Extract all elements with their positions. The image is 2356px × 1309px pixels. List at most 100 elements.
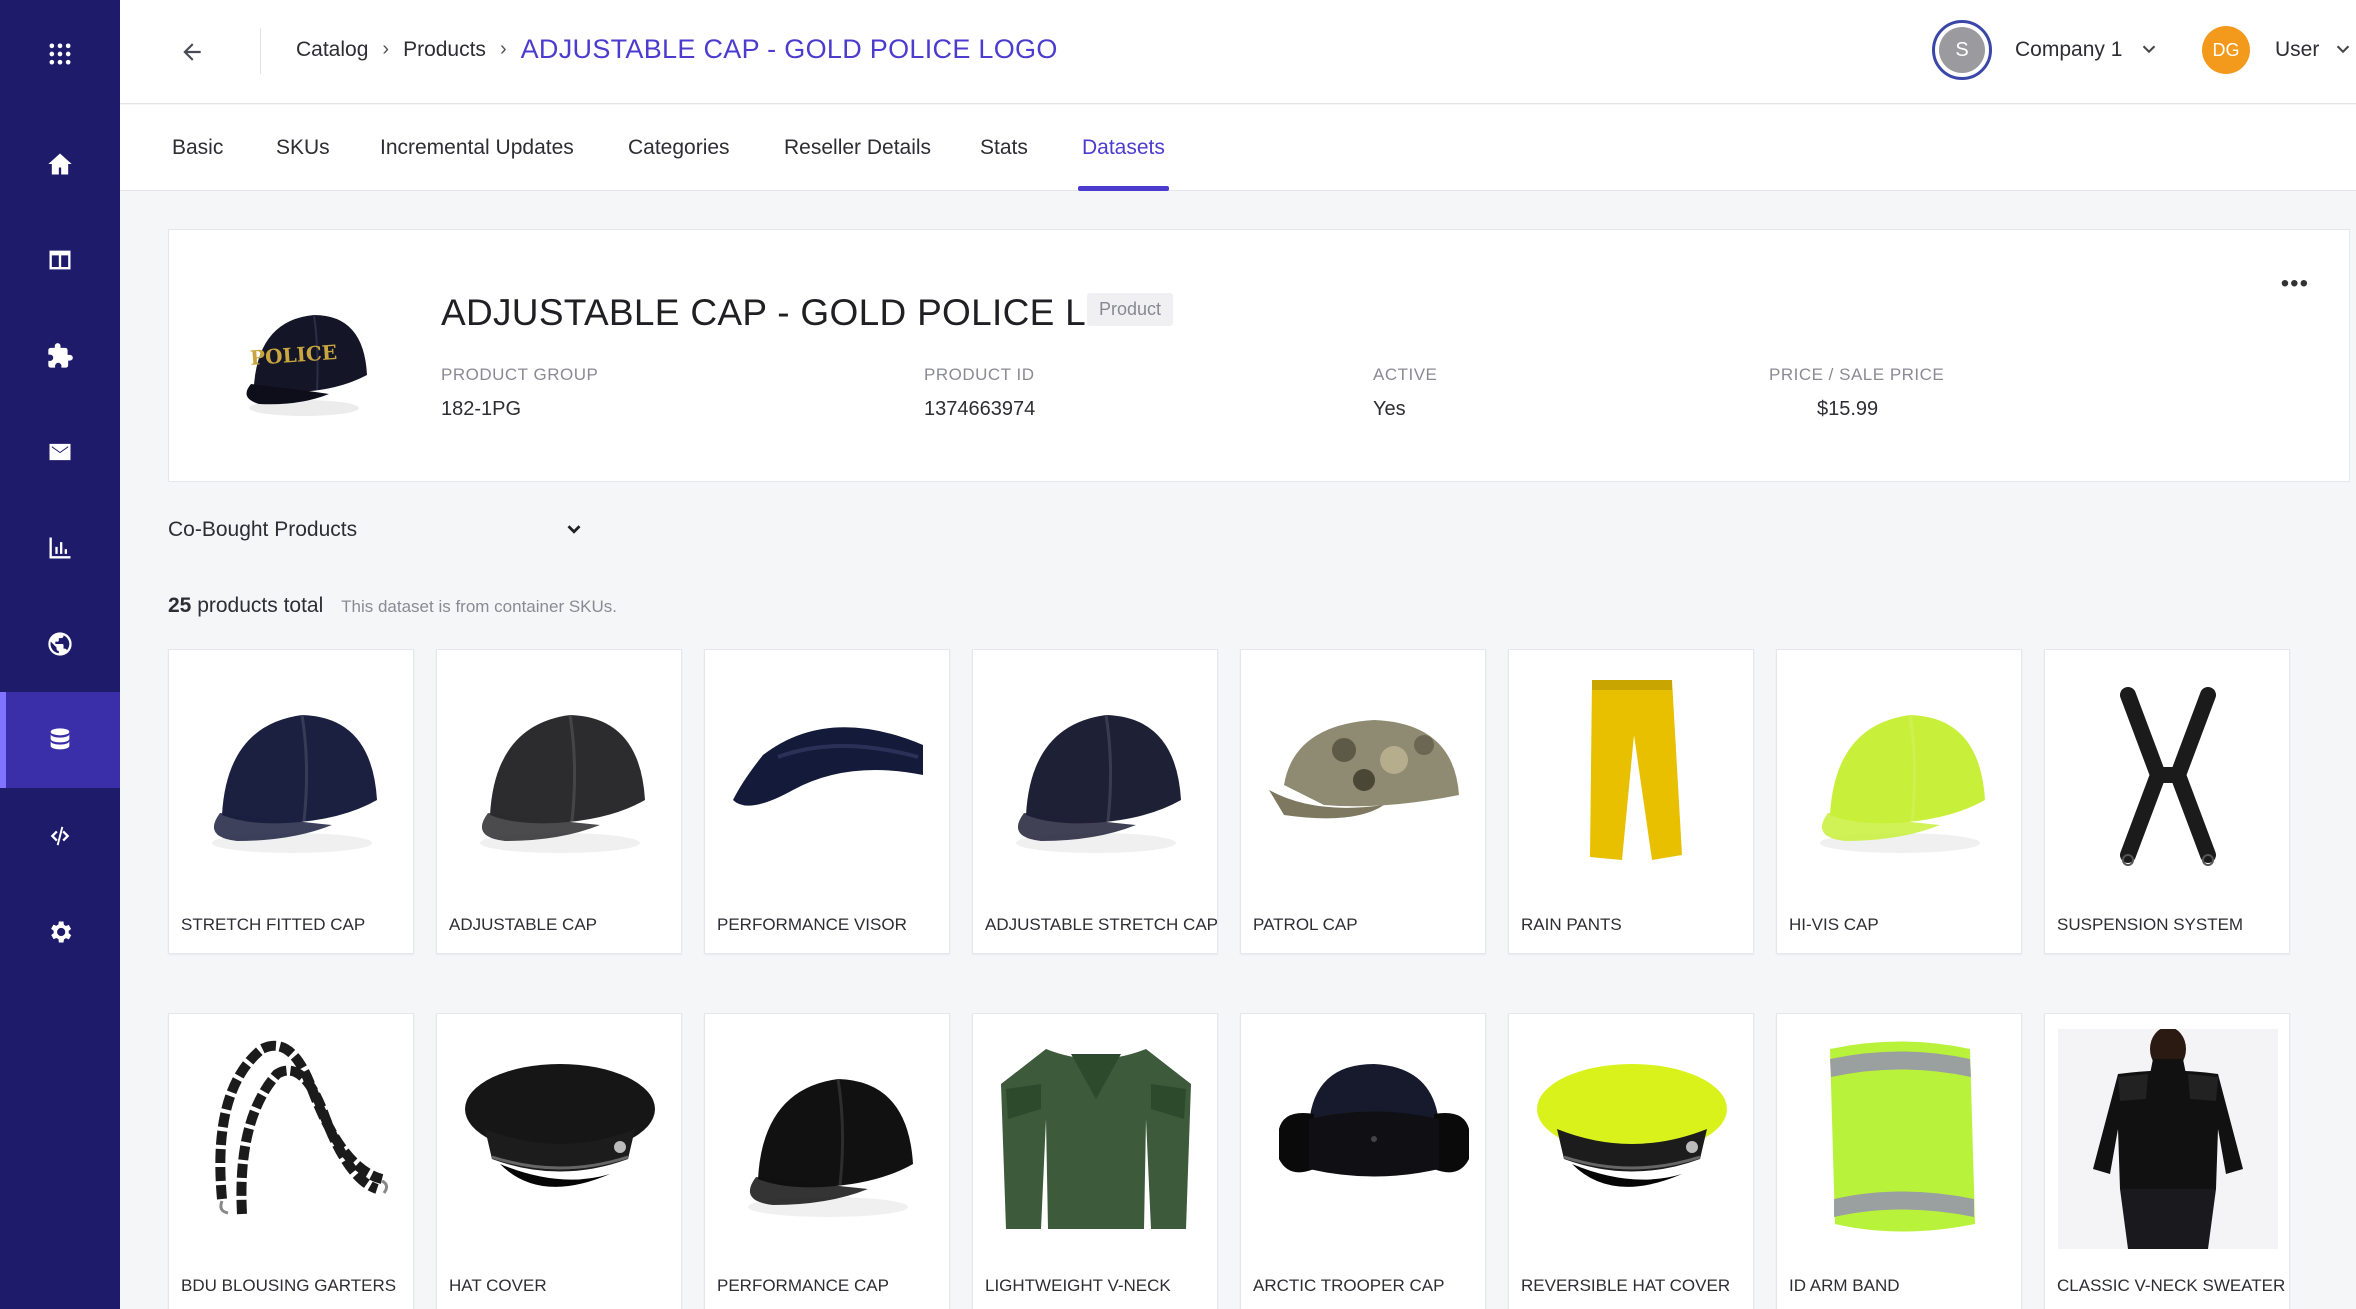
tab-incremental-updates[interactable]: Incremental Updates bbox=[380, 105, 574, 191]
more-options-icon[interactable]: ••• bbox=[2281, 270, 2309, 298]
breadcrumb-catalog[interactable]: Catalog bbox=[296, 38, 368, 62]
catalog-table-icon[interactable] bbox=[0, 212, 120, 308]
product-tile-name: RAIN PANTS bbox=[1521, 915, 1622, 934]
product-tile[interactable]: ADJUSTABLE STRETCH CAP bbox=[972, 649, 1218, 954]
product-tile-name: PERFORMANCE CAP bbox=[717, 1276, 889, 1295]
puzzle-icon[interactable] bbox=[0, 308, 120, 404]
dataset-select[interactable]: Co-Bought Products bbox=[168, 512, 588, 548]
total-count: 25 bbox=[168, 594, 192, 617]
product-tile[interactable]: LIGHTWEIGHT V-NECK bbox=[972, 1013, 1218, 1309]
tab-categories[interactable]: Categories bbox=[628, 105, 730, 191]
product-tabs: Basic SKUs Incremental Updates Categorie… bbox=[120, 105, 2356, 191]
product-tile-name: HAT COVER bbox=[449, 1276, 547, 1295]
total-suffix: products total bbox=[197, 594, 324, 617]
garters-icon bbox=[169, 1014, 415, 1264]
product-tile[interactable]: HI-VIS CAP bbox=[1776, 649, 2022, 954]
back-arrow-icon[interactable] bbox=[172, 32, 212, 72]
pants-icon bbox=[1509, 650, 1755, 900]
product-tile-name: STRETCH FITTED CAP bbox=[181, 915, 366, 934]
user-avatar[interactable]: DG bbox=[2202, 26, 2250, 74]
dataset-note: This dataset is from container SKUs. bbox=[341, 597, 618, 616]
product-tile[interactable]: BDU BLOUSING GARTERS bbox=[168, 1013, 414, 1309]
price-value: $15.99 bbox=[1817, 398, 1879, 420]
user-menu[interactable]: User bbox=[2275, 38, 2319, 62]
product-tile[interactable]: REVERSIBLE HAT COVER bbox=[1508, 1013, 1754, 1309]
divider bbox=[260, 28, 261, 74]
product-tile[interactable]: HAT COVER bbox=[436, 1013, 682, 1309]
dataset-selected-value: Co-Bought Products bbox=[168, 518, 358, 541]
sweater-icon bbox=[973, 1014, 1219, 1264]
product-id-value: 1374663974 bbox=[924, 398, 1036, 420]
product-tile-name: CLASSIC V-NECK SWEATER bbox=[2057, 1276, 2286, 1295]
product-summary-card: POLICE ADJUSTABLE CAP - GOLD POLICE LOGO… bbox=[168, 229, 2350, 482]
cap-icon bbox=[1777, 650, 2023, 900]
chevron-right-icon: › bbox=[499, 38, 507, 60]
price-label: PRICE / SALE PRICE bbox=[1769, 365, 1945, 384]
product-tile[interactable]: SUSPENSION SYSTEM bbox=[2044, 649, 2290, 954]
tab-stats[interactable]: Stats bbox=[980, 105, 1028, 191]
product-tile[interactable]: RAIN PANTS bbox=[1508, 649, 1754, 954]
breadcrumb-products[interactable]: Products bbox=[403, 38, 486, 62]
product-tile-name: SUSPENSION SYSTEM bbox=[2057, 915, 2244, 934]
product-tile-name: PATROL CAP bbox=[1253, 915, 1358, 934]
product-tile[interactable]: PERFORMANCE VISOR bbox=[704, 649, 950, 954]
suspenders-icon bbox=[2045, 650, 2291, 900]
company-avatar[interactable]: S bbox=[1932, 20, 1992, 80]
product-id-label: PRODUCT ID bbox=[924, 365, 1035, 384]
top-bar: Catalog › Products › ADJUSTABLE CAP - GO… bbox=[120, 0, 2356, 104]
product-tile-name: ID ARM BAND bbox=[1789, 1276, 1900, 1295]
active-value: Yes bbox=[1373, 398, 1406, 420]
product-tile[interactable]: PATROL CAP bbox=[1240, 649, 1486, 954]
person-sweater-icon bbox=[2045, 1014, 2291, 1264]
cap-icon bbox=[169, 650, 415, 900]
cap-icon bbox=[705, 1014, 951, 1264]
product-tile-name: HI-VIS CAP bbox=[1789, 915, 1879, 934]
camo-cap-icon bbox=[1241, 650, 1487, 900]
trooper-cap-icon bbox=[1241, 1014, 1487, 1264]
product-tile[interactable]: ARCTIC TROOPER CAP bbox=[1240, 1013, 1486, 1309]
code-icon[interactable] bbox=[0, 788, 120, 884]
settings-icon[interactable] bbox=[0, 884, 120, 980]
product-title: ADJUSTABLE CAP - GOLD POLICE LOGO bbox=[441, 292, 1174, 333]
active-label: ACTIVE bbox=[1373, 365, 1438, 384]
armband-icon bbox=[1777, 1014, 2023, 1264]
database-icon[interactable] bbox=[0, 692, 120, 788]
sidebar bbox=[0, 0, 120, 1309]
chevron-down-icon[interactable] bbox=[2138, 38, 2160, 60]
company-switcher[interactable]: Company 1 bbox=[2015, 38, 2122, 62]
product-image: POLICE bbox=[229, 290, 379, 430]
product-tile[interactable]: ADJUSTABLE CAP bbox=[436, 649, 682, 954]
company-initial: S bbox=[1939, 27, 1985, 73]
tab-reseller-details[interactable]: Reseller Details bbox=[784, 105, 931, 191]
product-tile-name: ADJUSTABLE CAP bbox=[449, 915, 598, 934]
product-tile-name: ADJUSTABLE STRETCH CAP bbox=[985, 915, 1219, 934]
chart-icon[interactable] bbox=[0, 500, 120, 596]
product-tile-name: BDU BLOUSING GARTERS bbox=[181, 1276, 397, 1295]
home-icon[interactable] bbox=[0, 116, 120, 212]
product-tile[interactable]: STRETCH FITTED CAP bbox=[168, 649, 414, 954]
mail-icon[interactable] bbox=[0, 404, 120, 500]
breadcrumb: Catalog › Products › ADJUSTABLE CAP - GO… bbox=[296, 34, 1058, 65]
globe-icon[interactable] bbox=[0, 596, 120, 692]
products-total: 25 products total This dataset is from c… bbox=[168, 594, 617, 618]
chevron-right-icon: › bbox=[382, 38, 390, 60]
visor-icon bbox=[705, 650, 951, 900]
apps-grid-icon[interactable] bbox=[0, 6, 120, 102]
cap-icon bbox=[973, 650, 1219, 900]
police-hat-icon bbox=[1509, 1014, 1755, 1264]
product-tile[interactable]: CLASSIC V-NECK SWEATER bbox=[2044, 1013, 2290, 1309]
product-tile-name: LIGHTWEIGHT V-NECK bbox=[985, 1276, 1171, 1295]
product-tile-name: ARCTIC TROOPER CAP bbox=[1253, 1276, 1445, 1295]
product-tile-name: REVERSIBLE HAT COVER bbox=[1521, 1276, 1731, 1295]
product-tile[interactable]: ID ARM BAND bbox=[1776, 1013, 2022, 1309]
tab-datasets[interactable]: Datasets bbox=[1078, 105, 1169, 191]
product-tile[interactable]: PERFORMANCE CAP bbox=[704, 1013, 950, 1309]
product-tile-name: PERFORMANCE VISOR bbox=[717, 915, 907, 934]
tab-skus[interactable]: SKUs bbox=[276, 105, 330, 191]
tab-basic[interactable]: Basic bbox=[172, 105, 223, 191]
product-type-badge: Product bbox=[1087, 293, 1174, 326]
chevron-down-icon[interactable] bbox=[2332, 38, 2354, 60]
chevron-down-icon[interactable] bbox=[563, 518, 585, 546]
breadcrumb-current: ADJUSTABLE CAP - GOLD POLICE LOGO bbox=[520, 34, 1058, 64]
cap-icon bbox=[437, 650, 683, 900]
